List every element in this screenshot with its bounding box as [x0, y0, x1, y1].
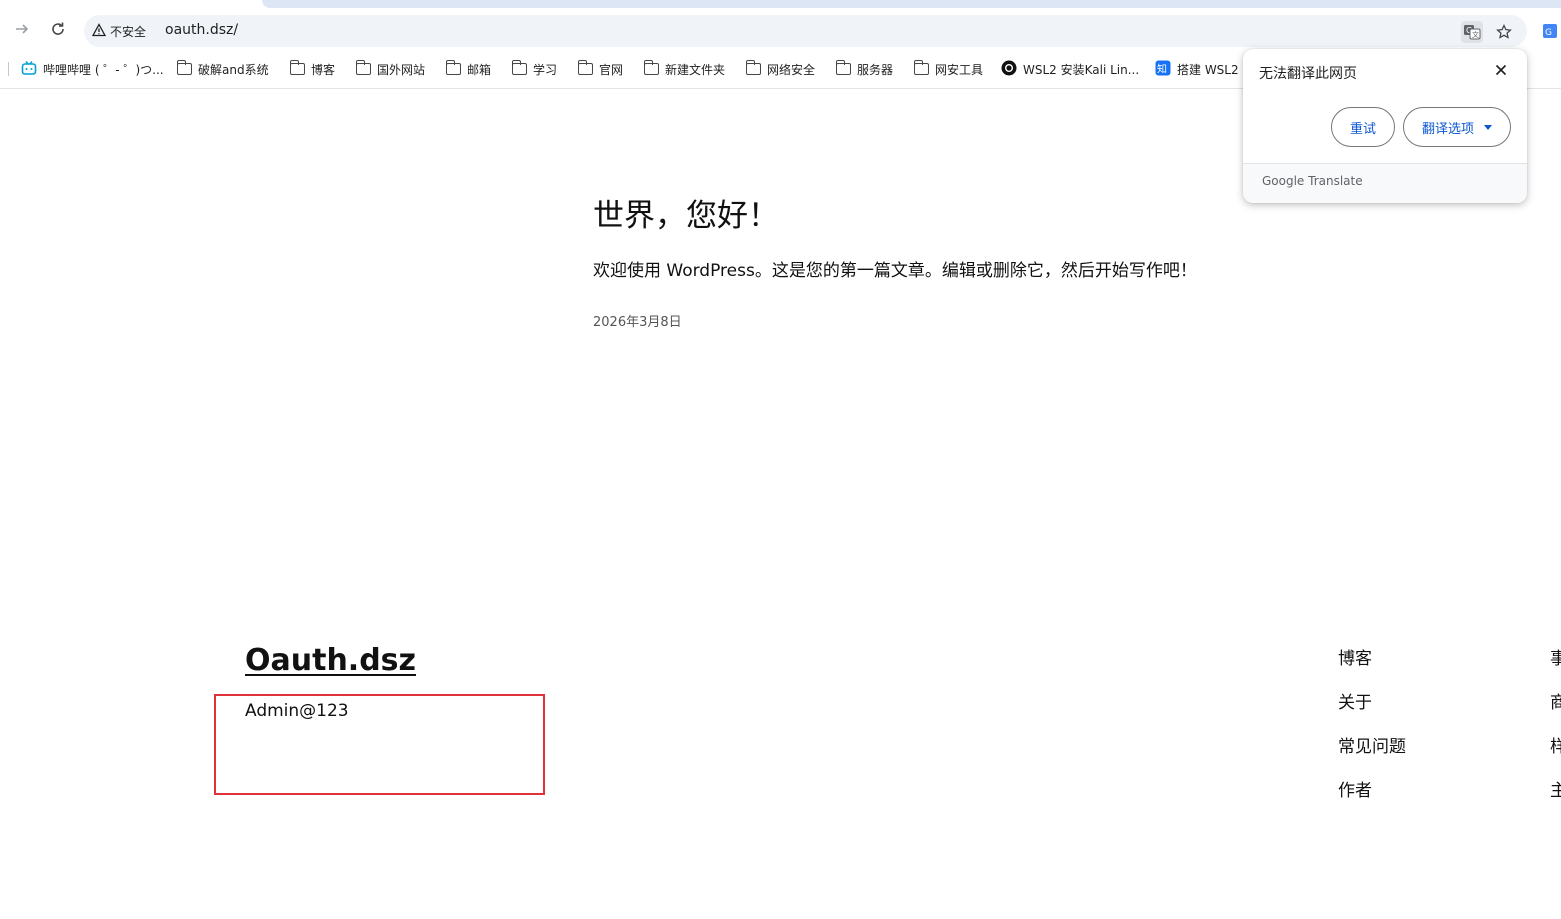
folder-icon [745, 60, 761, 75]
folder-icon [577, 60, 593, 75]
address-bar[interactable]: 不安全 oauth.dsz/ G文 [84, 15, 1527, 47]
folder-icon [643, 60, 659, 75]
reload-icon [50, 21, 66, 41]
bookmark-folder[interactable]: 网络安全 [745, 55, 816, 83]
bookmark-folder[interactable]: 邮箱 [445, 55, 492, 83]
close-icon [1495, 61, 1507, 81]
chevron-down-icon [1484, 124, 1492, 130]
bookmark-label: 学习 [533, 62, 558, 77]
star-icon[interactable] [1493, 21, 1515, 43]
folder-icon [289, 60, 305, 75]
url-text[interactable]: oauth.dsz/ [165, 22, 238, 38]
footer-link[interactable]: 商 [1550, 688, 1561, 732]
bookmark-label: 哔哩哔哩 ( ゜- ゜)つ... [43, 62, 164, 77]
bookmark-bilibili[interactable]: 哔哩哔哩 ( ゜- ゜)つ... [21, 55, 164, 83]
bookmark-label: 网安工具 [935, 62, 984, 77]
footer-link[interactable]: 样 [1550, 732, 1561, 776]
bookmark-folder[interactable]: 学习 [511, 55, 558, 83]
google-translate-brand: Google Translate [1262, 174, 1363, 188]
bookmark-label: 服务器 [857, 62, 894, 77]
bookmark-folder[interactable]: 新建文件夹 [643, 55, 726, 83]
site-title-link[interactable]: Oauth.dsz [245, 643, 416, 678]
bookmark-label: 搭建 WSL2 [1177, 62, 1239, 77]
bookmark-label: 邮箱 [467, 62, 492, 77]
svg-text:G: G [1545, 28, 1552, 38]
footer-nav-column-2: 事 商 样 主 [1550, 644, 1561, 820]
bookmark-folder[interactable]: 国外网站 [355, 55, 426, 83]
warning-triangle-icon [91, 22, 107, 40]
translate-options-button[interactable]: 翻译选项 [1403, 107, 1511, 147]
translate-popup: 无法翻译此网页 重试 翻译选项 Google Translate [1243, 49, 1527, 203]
footer-link[interactable]: 事 [1550, 644, 1561, 688]
folder-icon [835, 60, 851, 75]
bookmark-wsl2-setup[interactable]: 知 搭建 WSL2 [1155, 55, 1241, 83]
bilibili-icon [21, 60, 37, 79]
post-article: 世界，您好！ 欢迎使用 WordPress。这是您的第一篇文章。编辑或删除它，然… [593, 190, 1197, 330]
svg-text:知: 知 [1157, 62, 1167, 75]
arrow-right-icon [14, 21, 30, 41]
security-label: 不安全 [110, 24, 147, 39]
translate-extension-icon[interactable]: G [1541, 18, 1561, 42]
bookmark-label: 国外网站 [377, 62, 426, 77]
close-button[interactable] [1491, 61, 1511, 81]
bookmark-label: 破解and系统 [198, 62, 269, 77]
bookmark-label: 新建文件夹 [665, 62, 726, 77]
bookmark-wsl2-kali[interactable]: WSL2 安装Kali Lin... [1001, 55, 1139, 83]
footer-nav-column-1: 博客 关于 常见问题 作者 [1338, 644, 1406, 820]
bookmark-label: 网络安全 [767, 62, 816, 77]
post-title[interactable]: 世界，您好！ [593, 190, 1197, 235]
bookmark-folder[interactable]: 网安工具 [913, 55, 984, 83]
zhihu-icon: 知 [1155, 60, 1171, 79]
forward-button[interactable] [9, 18, 35, 44]
footer-link[interactable]: 主 [1550, 776, 1561, 820]
footer-link-faq[interactable]: 常见问题 [1338, 732, 1406, 776]
folder-icon [176, 60, 192, 75]
options-label: 翻译选项 [1421, 121, 1474, 137]
tab-strip [262, 0, 1561, 8]
bookmark-label: WSL2 安装Kali Lin... [1023, 62, 1140, 77]
annotation-highlight-box [214, 694, 545, 795]
post-excerpt: 欢迎使用 WordPress。这是您的第一篇文章。编辑或删除它，然后开始写作吧！ [593, 261, 1197, 281]
post-date: 2026年3月8日 [593, 315, 682, 330]
folder-icon [913, 60, 929, 75]
svg-text:文: 文 [1472, 30, 1479, 39]
translate-icon[interactable]: G文 [1461, 21, 1483, 43]
footer-link-about[interactable]: 关于 [1338, 688, 1406, 732]
retry-label: 重试 [1349, 121, 1376, 137]
bookmark-folder[interactable]: 破解and系统 [176, 55, 269, 83]
footer-link-blog[interactable]: 博客 [1338, 644, 1406, 688]
folder-icon [445, 60, 461, 75]
folder-icon [355, 60, 371, 75]
bookmark-folder[interactable]: 官网 [577, 55, 624, 83]
popup-footer: Google Translate [1243, 163, 1527, 203]
reload-button[interactable] [45, 18, 71, 44]
footer-link-authors[interactable]: 作者 [1338, 776, 1406, 820]
bookmark-label: 官网 [599, 62, 624, 77]
bookmark-label: 博客 [311, 62, 336, 77]
bookmark-folder[interactable]: 服务器 [835, 55, 894, 83]
bookmark-folder[interactable]: 博客 [289, 55, 336, 83]
github-icon [1001, 60, 1017, 79]
retry-button[interactable]: 重试 [1331, 107, 1395, 147]
folder-icon [511, 60, 527, 75]
popup-title: 无法翻译此网页 [1259, 66, 1357, 82]
security-chip[interactable]: 不安全 [91, 21, 147, 41]
